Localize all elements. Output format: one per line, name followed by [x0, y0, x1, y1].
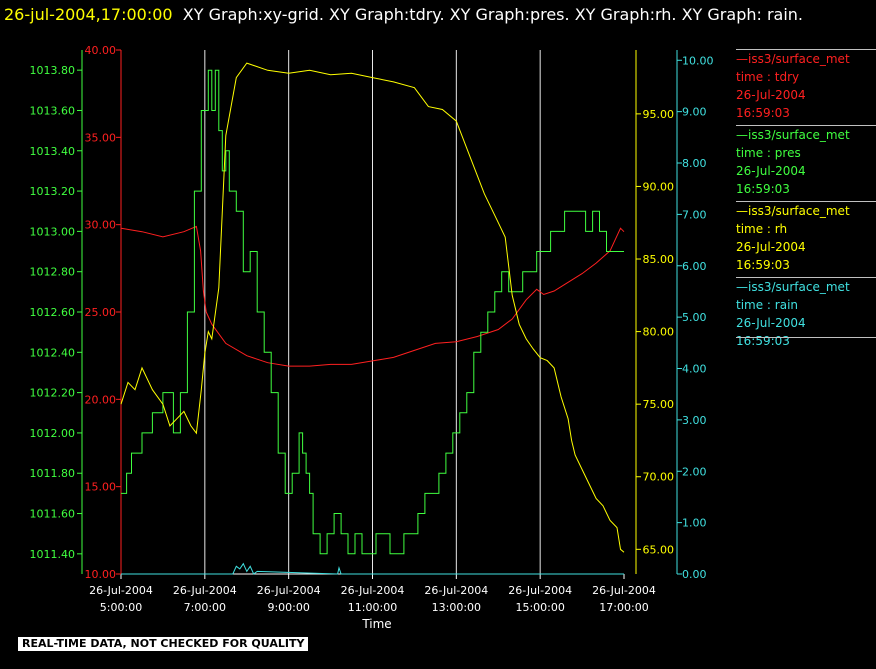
- rh-tick-label: 65.00: [643, 543, 675, 556]
- legend-var: time : tdry: [736, 70, 800, 84]
- pres-tick-label: 1013.20: [30, 185, 76, 198]
- rh-tick-label: 85.00: [643, 253, 675, 266]
- tdry-tick-label: 40.00: [85, 44, 117, 57]
- tdry-tick-label: 15.00: [85, 481, 117, 494]
- legend-entry: —iss3/surface_mettime : rain 26-Jul-2004 1…: [736, 277, 876, 350]
- legend-var: time : rain: [736, 298, 799, 312]
- legend-time: 16:59:03: [736, 258, 790, 272]
- rain-tick-label: 8.00: [682, 157, 707, 170]
- rh-tick-label: 95.00: [643, 108, 675, 121]
- pres-tick-label: 1011.80: [30, 467, 76, 480]
- pres-tick-label: 1013.40: [30, 145, 76, 158]
- legend-date: 26-Jul-2004: [736, 240, 806, 254]
- x-tick-label-time: 15:00:00: [515, 601, 564, 614]
- pres-tick-label: 1011.60: [30, 508, 76, 521]
- x-tick-label-date: 26-Jul-2004: [592, 584, 656, 597]
- legend-date: 26-Jul-2004: [736, 164, 806, 178]
- x-tick-label-time: 11:00:00: [348, 601, 397, 614]
- pres-tick-label: 1013.00: [30, 225, 76, 238]
- legend-var: time : rh: [736, 222, 788, 236]
- legend-date: 26-Jul-2004: [736, 316, 806, 330]
- legend-var: time : pres: [736, 146, 801, 160]
- x-tick-label-time: 5:00:00: [100, 601, 142, 614]
- timestamp: 26-jul-2004,17:00:00: [4, 5, 173, 24]
- pres-tick-label: 1012.80: [30, 266, 76, 279]
- legend-time: 16:59:03: [736, 182, 790, 196]
- pres-tick-label: 1013.60: [30, 104, 76, 117]
- x-tick-label-date: 26-Jul-2004: [341, 584, 405, 597]
- legend-series: —iss3/surface_met: [736, 52, 850, 66]
- x-tick-label-date: 26-Jul-2004: [508, 584, 572, 597]
- pres-tick-label: 1012.40: [30, 346, 76, 359]
- x-tick-label-date: 26-Jul-2004: [424, 584, 488, 597]
- axes: 26-Jul-2004 5:00:00 26-Jul-2004 7:00:00 26-J…: [30, 44, 714, 614]
- legend-entry: —iss3/surface_mettime : tdry 26-Jul-2004 1…: [736, 49, 876, 122]
- x-tick-label-date: 26-Jul-2004: [257, 584, 321, 597]
- rh-tick-label: 90.00: [643, 180, 675, 193]
- rain-tick-label: 4.00: [682, 363, 707, 376]
- x-tick-label-date: 26-Jul-2004: [173, 584, 237, 597]
- graph-list: XY Graph:xy-grid. XY Graph:tdry. XY Grap…: [182, 5, 804, 24]
- x-tick-label-time: 7:00:00: [184, 601, 226, 614]
- legend-entry: —iss3/surface_mettime : pres 26-Jul-2004 1…: [736, 125, 876, 198]
- pres-tick-label: 1012.20: [30, 387, 76, 400]
- x-tick-label-time: 9:00:00: [267, 601, 309, 614]
- rain-tick-label: 6.00: [682, 260, 707, 273]
- pres-tick-label: 1011.40: [30, 548, 76, 561]
- rain-tick-label: 9.00: [682, 106, 707, 119]
- rain-tick-label: 2.00: [682, 465, 707, 478]
- pres-tick-label: 1012.00: [30, 427, 76, 440]
- legend-time: 16:59:03: [736, 106, 790, 120]
- legend-series: —iss3/surface_met: [736, 204, 850, 218]
- x-tick-label-time: 13:00:00: [432, 601, 481, 614]
- rh-tick-label: 80.00: [643, 326, 675, 339]
- legend-series: —iss3/surface_met: [736, 128, 850, 142]
- quality-notice: REAL-TIME DATA, NOT CHECKED FOR QUALITY: [18, 637, 309, 651]
- rain-tick-label: 1.00: [682, 517, 707, 530]
- rain-tick-label: 3.00: [682, 414, 707, 427]
- x-tick-label-time: 17:00:00: [599, 601, 648, 614]
- x-axis-label: Time: [361, 617, 391, 631]
- tdry-tick-label: 35.00: [85, 131, 117, 144]
- rain-tick-label: 0.00: [682, 568, 707, 581]
- legend-entry: —iss3/surface_mettime : rh 26-Jul-2004 16:…: [736, 201, 876, 274]
- x-tick-label-date: 26-Jul-2004: [89, 584, 153, 597]
- tdry-tick-label: 10.00: [85, 568, 117, 581]
- pres-tick-label: 1012.60: [30, 306, 76, 319]
- legend-end-rule: [736, 337, 876, 338]
- legend-time: 16:59:03: [736, 334, 790, 348]
- pres-tick-label: 1013.80: [30, 64, 76, 77]
- legend-date: 26-Jul-2004: [736, 88, 806, 102]
- tdry-tick-label: 30.00: [85, 219, 117, 232]
- legend-series: —iss3/surface_met: [736, 280, 850, 294]
- tdry-tick-label: 25.00: [85, 306, 117, 319]
- rain-tick-label: 5.00: [682, 311, 707, 324]
- rh-tick-label: 70.00: [643, 471, 675, 484]
- graph-title: 26-jul-2004,17:00:00 XY Graph:xy-grid. X…: [4, 2, 864, 28]
- rain-tick-label: 10.00: [682, 54, 714, 67]
- rh-tick-label: 75.00: [643, 398, 675, 411]
- tdry-tick-label: 20.00: [85, 393, 117, 406]
- rain-tick-label: 7.00: [682, 208, 707, 221]
